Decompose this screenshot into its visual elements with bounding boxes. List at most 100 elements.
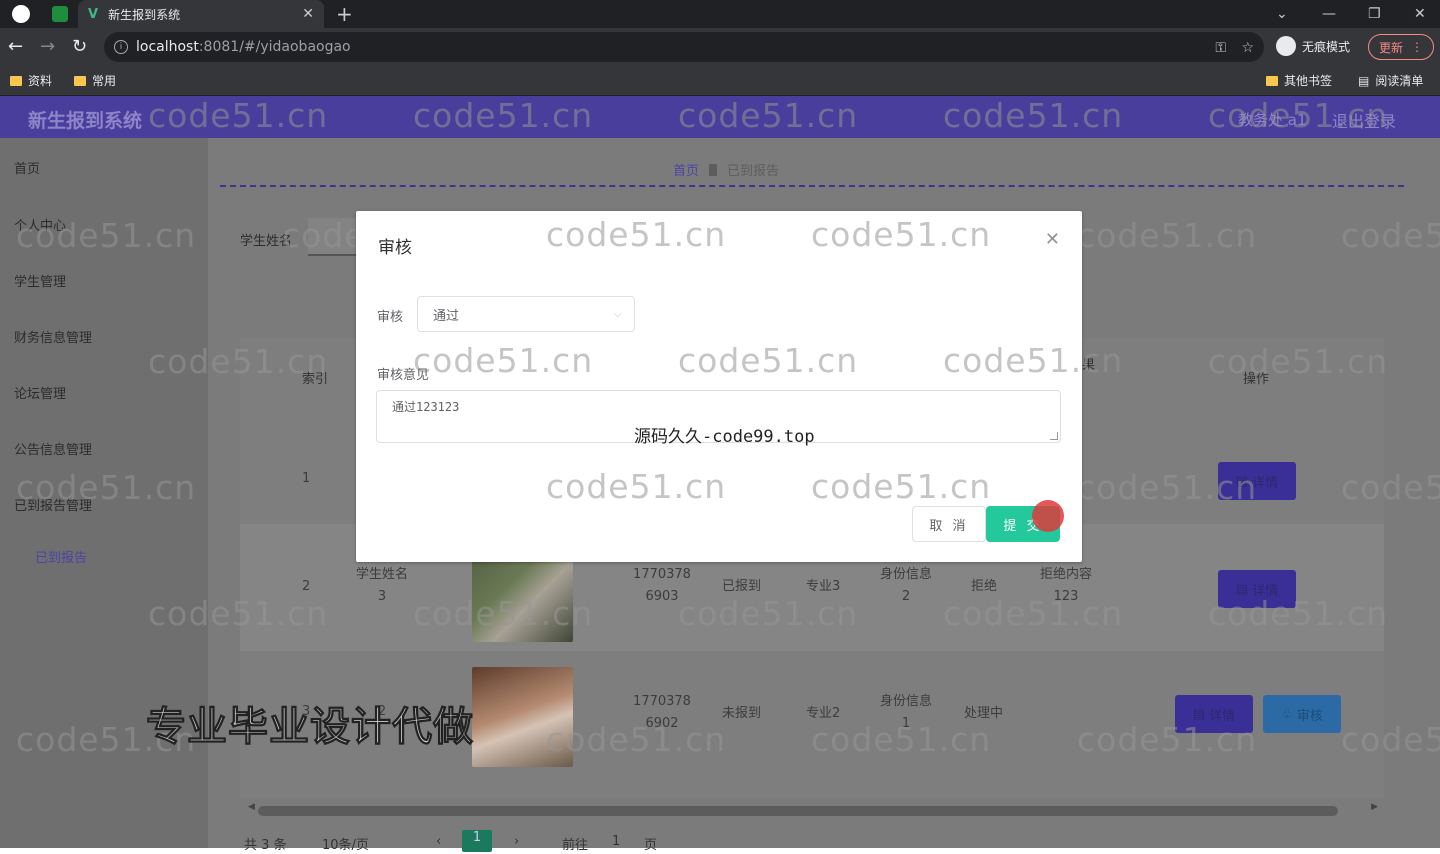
phone-line1: 1770378 xyxy=(633,694,691,709)
new-tab-button[interactable]: + xyxy=(336,0,353,28)
review-select-value: 通过 xyxy=(433,308,460,324)
sidebar-item-finance[interactable]: 财务信息管理 xyxy=(14,327,92,346)
bookmark-label: 常用 xyxy=(92,74,117,88)
page-number-active[interactable]: 1 xyxy=(462,830,492,852)
reading-list-icon: ▤ xyxy=(1358,73,1370,88)
sidebar-subitem-report[interactable]: 已到报告 xyxy=(35,547,87,566)
detail-button[interactable]: ▤ 详情 xyxy=(1218,570,1296,608)
reading-list[interactable]: ▤ 阅读清单 xyxy=(1358,72,1423,89)
id-info: 身份信息 2 xyxy=(876,564,936,608)
search-input[interactable] xyxy=(308,218,356,256)
pagination-total: 共 3 条 xyxy=(244,838,287,853)
review-result: 拒绝 xyxy=(971,579,998,594)
scroll-left-icon[interactable]: ◀ xyxy=(248,802,255,812)
column-header-index: 索引 xyxy=(302,372,329,387)
logout-link[interactable]: 退出登录 xyxy=(1332,108,1396,132)
sidebar-item-notices[interactable]: 公告信息管理 xyxy=(14,439,92,458)
url-host: localhost xyxy=(136,39,199,55)
page-size-select[interactable]: 10条/页 xyxy=(322,834,369,853)
bookmark-folder-1[interactable]: 资料 xyxy=(10,72,52,89)
vue-icon: V xyxy=(88,6,99,22)
review-label: 审核 xyxy=(1296,708,1323,724)
watermark: code51.cn xyxy=(546,467,727,506)
detail-label: 详情 xyxy=(1252,583,1279,599)
incognito-indicator[interactable]: 无痕模式 xyxy=(1276,36,1350,56)
bookmark-label: 资料 xyxy=(28,74,53,88)
detail-button[interactable]: ▤ 详情 xyxy=(1175,695,1253,733)
detail-button[interactable]: ▤ 详情 xyxy=(1218,462,1296,500)
key-icon[interactable]: ⚿ xyxy=(1215,40,1226,56)
horizontal-scrollbar[interactable]: ◀ ▶ xyxy=(248,802,1384,816)
bookmark-folder-2[interactable]: 常用 xyxy=(74,72,116,89)
app-title: 新生报到系统 xyxy=(28,110,143,132)
minimize-icon[interactable]: — xyxy=(1322,0,1336,28)
row-index: 1 xyxy=(302,471,311,486)
page-unit: 页 xyxy=(644,838,658,853)
chevron-down-icon: ⌵ xyxy=(613,307,622,320)
breadcrumb-home[interactable]: 首页 xyxy=(673,160,699,179)
review-button[interactable]: ♧ 审核 xyxy=(1263,695,1341,733)
window-close-icon[interactable]: ✕ xyxy=(1414,0,1426,28)
phone: 1770378 6903 xyxy=(632,564,692,608)
update-button[interactable]: 更新 ⋮ xyxy=(1368,34,1434,60)
review-select[interactable]: 通过 ⌵ xyxy=(417,296,635,332)
browser-tab-bar: V 新生报到系统 ✕ + ⌄ — ❐ ✕ xyxy=(0,0,1440,28)
bookmark-label: 阅读清单 xyxy=(1375,74,1424,88)
next-page-icon[interactable]: › xyxy=(514,834,519,849)
reject-reason: 拒绝内容 123 xyxy=(1036,564,1096,608)
bookmark-label: 其他书签 xyxy=(1284,74,1333,88)
resize-handle[interactable] xyxy=(1050,432,1058,440)
pinned-tab-icon[interactable] xyxy=(52,6,68,22)
scroll-right-icon[interactable]: ▶ xyxy=(1371,802,1378,812)
address-bar: ← → ↻ i localhost:8081/#/yidaobaogao ⚿ ☆… xyxy=(0,28,1440,66)
review-dialog: 审核 ✕ code51.cn code51.cn code51.cn code5… xyxy=(356,211,1122,562)
reload-icon[interactable]: ↻ xyxy=(72,36,87,58)
info-icon[interactable]: i xyxy=(114,40,128,54)
sidebar-item-profile[interactable]: 个人中心 xyxy=(14,215,66,234)
restore-icon[interactable]: ❐ xyxy=(1368,0,1381,28)
back-icon[interactable]: ← xyxy=(8,36,23,58)
dialog-title: 审核 xyxy=(378,238,412,258)
close-icon[interactable]: ✕ xyxy=(1045,229,1060,250)
reject-reason-line2: 123 xyxy=(1053,589,1079,604)
user-name: 教务处 a1 xyxy=(1238,111,1307,129)
detail-icon: ▤ xyxy=(1235,581,1253,597)
goto-input[interactable]: 1 xyxy=(612,834,620,849)
other-bookmarks[interactable]: 其他书签 xyxy=(1266,72,1332,89)
promo-caption: 专业毕业设计代做 xyxy=(146,704,474,751)
url-field[interactable]: i localhost:8081/#/yidaobaogao xyxy=(104,32,1264,62)
sidebar-item-forum[interactable]: 论坛管理 xyxy=(14,383,66,402)
watermark: code51.cn xyxy=(811,467,992,506)
star-icon[interactable]: ☆ xyxy=(1241,40,1254,56)
phone-line2: 6902 xyxy=(645,716,679,731)
update-label: 更新 xyxy=(1378,40,1403,55)
chrome-icon[interactable] xyxy=(12,5,30,23)
breadcrumb-current: 已到报告 xyxy=(727,164,780,179)
detail-label: 详情 xyxy=(1209,708,1236,724)
folder-icon xyxy=(10,75,22,86)
sidebar-item-students[interactable]: 学生管理 xyxy=(14,271,66,290)
overlay-caption: 源码久久-code99.top xyxy=(634,427,815,447)
cancel-button[interactable]: 取 消 xyxy=(912,506,986,542)
prev-page-icon[interactable]: ‹ xyxy=(436,834,441,849)
review-label: 审核 xyxy=(377,310,404,325)
id-info-line1: 身份信息 xyxy=(879,694,932,709)
sidebar-item-home[interactable]: 首页 xyxy=(14,158,40,177)
app-header: 新生报到系统 教务处 a1 退出登录 xyxy=(0,96,1440,138)
status: 已报到 xyxy=(722,579,762,594)
tab-title: 新生报到系统 xyxy=(108,7,181,22)
sidebar-item-reports[interactable]: 已到报告管理 xyxy=(14,495,92,514)
phone: 1770378 6902 xyxy=(632,691,692,735)
tab-search-icon[interactable]: ⌄ xyxy=(1276,0,1288,28)
tab-active[interactable]: V 新生报到系统 ✕ xyxy=(78,0,324,28)
watermark: code51.cn xyxy=(413,341,594,380)
folder-icon xyxy=(74,75,86,86)
forward-icon[interactable]: → xyxy=(40,36,55,58)
close-icon[interactable]: ✕ xyxy=(302,6,314,22)
id-info-line1: 身份信息 xyxy=(879,567,932,582)
student-name-line2: 3 xyxy=(377,589,387,604)
reject-reason-line1: 拒绝内容 xyxy=(1039,567,1092,582)
breadcrumb-separator xyxy=(709,163,718,176)
scrollbar-thumb[interactable] xyxy=(258,806,1338,816)
id-info-line2: 2 xyxy=(901,589,911,604)
